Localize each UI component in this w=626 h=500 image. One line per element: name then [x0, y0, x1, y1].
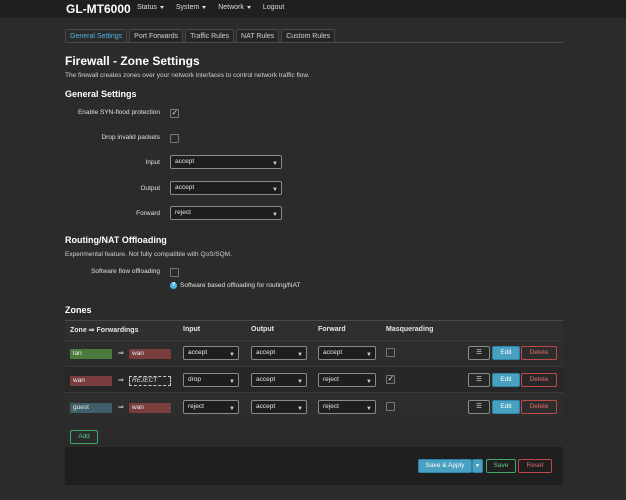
- zone-forward-select[interactable]: reject ▼: [318, 373, 376, 387]
- chevron-down-icon: ▼: [366, 406, 372, 412]
- menu-status[interactable]: Status: [137, 4, 164, 11]
- add-zone-button[interactable]: Add: [70, 430, 98, 444]
- tab-nat-rules[interactable]: NAT Rules: [236, 29, 280, 43]
- forward-policy-select[interactable]: reject ▼: [170, 206, 282, 220]
- delete-button[interactable]: Delete: [521, 346, 557, 360]
- zone-input-select[interactable]: drop ▼: [183, 373, 239, 387]
- forward-arrow-icon: ⇒: [118, 404, 124, 411]
- chevron-down-icon: ▼: [229, 352, 235, 358]
- chevron-down-icon: ▼: [272, 161, 278, 167]
- input-label: Input: [145, 159, 160, 166]
- save-apply-button[interactable]: Save & Apply: [418, 459, 472, 473]
- zone-input-select[interactable]: reject ▼: [183, 400, 239, 414]
- forward-arrow-icon: ⇒: [118, 350, 124, 357]
- brand-title[interactable]: GL-MT6000: [66, 2, 131, 16]
- save-apply-dropdown-button[interactable]: ▼: [472, 459, 483, 473]
- edit-button[interactable]: Edit: [492, 373, 520, 387]
- row-menu-button[interactable]: ☰: [468, 373, 490, 387]
- zone-badge-wan: wan: [70, 376, 112, 386]
- table-row: guest ⇒ wan reject ▼ accept ▼ reject ▼ ☰ Ed…: [65, 392, 563, 418]
- menu-network[interactable]: Network: [218, 4, 251, 11]
- zones-heading: Zones: [65, 305, 92, 315]
- forward-arrow-icon: ⇒: [118, 377, 124, 384]
- help-text: Software based offloading for routing/NA…: [180, 282, 301, 289]
- output-label: Output: [140, 185, 160, 192]
- tab-port-forwards[interactable]: Port Forwards: [129, 29, 184, 43]
- col-zone-forwardings: Zone ⇒ Forwardings: [70, 327, 139, 334]
- col-input: Input: [183, 326, 201, 333]
- chevron-down-icon: ▼: [229, 406, 235, 412]
- menu-system[interactable]: System: [176, 4, 207, 11]
- chevron-down-icon: ▼: [297, 352, 303, 358]
- software-offloading-help: ? Software based offloading for routing/…: [170, 282, 300, 289]
- zone-output-select[interactable]: accept ▼: [251, 373, 307, 387]
- output-policy-select[interactable]: accept ▼: [170, 181, 282, 195]
- delete-button[interactable]: Delete: [521, 373, 557, 387]
- col-output: Output: [251, 326, 274, 333]
- table-row: wan ⇒ REJECT drop▼ accept▼ reject▼ ☰ Edi…: [65, 366, 563, 392]
- row-menu-button[interactable]: ☰: [468, 346, 490, 360]
- edit-button[interactable]: Edit: [492, 400, 520, 414]
- software-offloading-label: Software flow offloading: [91, 268, 160, 275]
- masquerading-checkbox[interactable]: [386, 402, 395, 411]
- tab-traffic-rules[interactable]: Traffic Rules: [185, 29, 235, 43]
- tab-bar: General Settings Port Forwards Traffic R…: [65, 29, 336, 43]
- syn-flood-label: Enable SYN-flood protection: [77, 109, 160, 116]
- col-forward: Forward: [318, 326, 346, 333]
- general-settings-heading: General Settings: [65, 89, 137, 99]
- col-masquerading: Masquerading: [386, 326, 434, 333]
- top-navbar: GL-MT6000 Status System Network Logout: [0, 0, 626, 18]
- drop-invalid-checkbox[interactable]: [170, 134, 179, 143]
- chevron-down-icon: ▼: [366, 379, 372, 385]
- top-menu: Status System Network Logout: [137, 4, 284, 11]
- chevron-down-icon: ▼: [272, 212, 278, 218]
- zone-forward-select[interactable]: accept ▼: [318, 346, 376, 360]
- zone-forward-select[interactable]: reject ▼: [318, 400, 376, 414]
- masquerading-checkbox[interactable]: [386, 374, 395, 384]
- page-description: The firewall creates zones over your net…: [65, 72, 310, 79]
- reset-button[interactable]: Reset: [518, 459, 552, 473]
- menu-logout[interactable]: Logout: [263, 4, 284, 11]
- delete-button[interactable]: Delete: [521, 400, 557, 414]
- zone-badge-lan: lan: [70, 349, 112, 359]
- tab-custom-rules[interactable]: Custom Rules: [281, 29, 336, 43]
- edit-button[interactable]: Edit: [492, 346, 520, 360]
- chevron-down-icon: [202, 6, 207, 9]
- zone-badge-wan: wan: [129, 403, 171, 413]
- chevron-down-icon: [246, 6, 251, 9]
- zone-input-select[interactable]: accept ▼: [183, 346, 239, 360]
- chevron-down-icon: [159, 6, 164, 9]
- offloading-heading: Routing/NAT Offloading: [65, 235, 167, 245]
- chevron-down-icon: ▼: [229, 379, 235, 385]
- row-menu-button[interactable]: ☰: [468, 400, 490, 414]
- drop-invalid-label: Drop invalid packets: [101, 134, 160, 141]
- masquerading-checkbox[interactable]: [386, 348, 395, 357]
- chevron-down-icon: ▼: [475, 463, 480, 469]
- save-button[interactable]: Save: [486, 459, 516, 473]
- zone-badge-guest: guest: [70, 403, 112, 413]
- chevron-down-icon: ▼: [272, 187, 278, 193]
- zone-output-select[interactable]: accept ▼: [251, 346, 307, 360]
- zones-table-header: Zone ⇒ Forwardings Input Output Forward …: [65, 321, 563, 339]
- help-icon: ?: [170, 282, 177, 289]
- chevron-down-icon: ▼: [366, 352, 372, 358]
- offloading-description: Experimental feature. Not fully compatib…: [65, 251, 232, 258]
- tab-general-settings[interactable]: General Settings: [65, 29, 128, 43]
- syn-flood-checkbox[interactable]: [170, 108, 179, 118]
- page-title: Firewall - Zone Settings: [65, 54, 200, 68]
- tab-divider: [65, 42, 563, 43]
- chevron-down-icon: ▼: [297, 406, 303, 412]
- chevron-down-icon: ▼: [297, 379, 303, 385]
- zone-badge-reject: REJECT: [129, 376, 171, 386]
- zone-badge-wan: wan: [129, 349, 171, 359]
- table-row: lan ⇒ wan accept ▼ accept ▼ accept ▼ ☰ Edit…: [65, 340, 563, 366]
- software-offloading-checkbox[interactable]: [170, 268, 179, 277]
- input-policy-select[interactable]: accept ▼: [170, 155, 282, 169]
- forward-label: Forward: [136, 210, 160, 217]
- zone-output-select[interactable]: accept ▼: [251, 400, 307, 414]
